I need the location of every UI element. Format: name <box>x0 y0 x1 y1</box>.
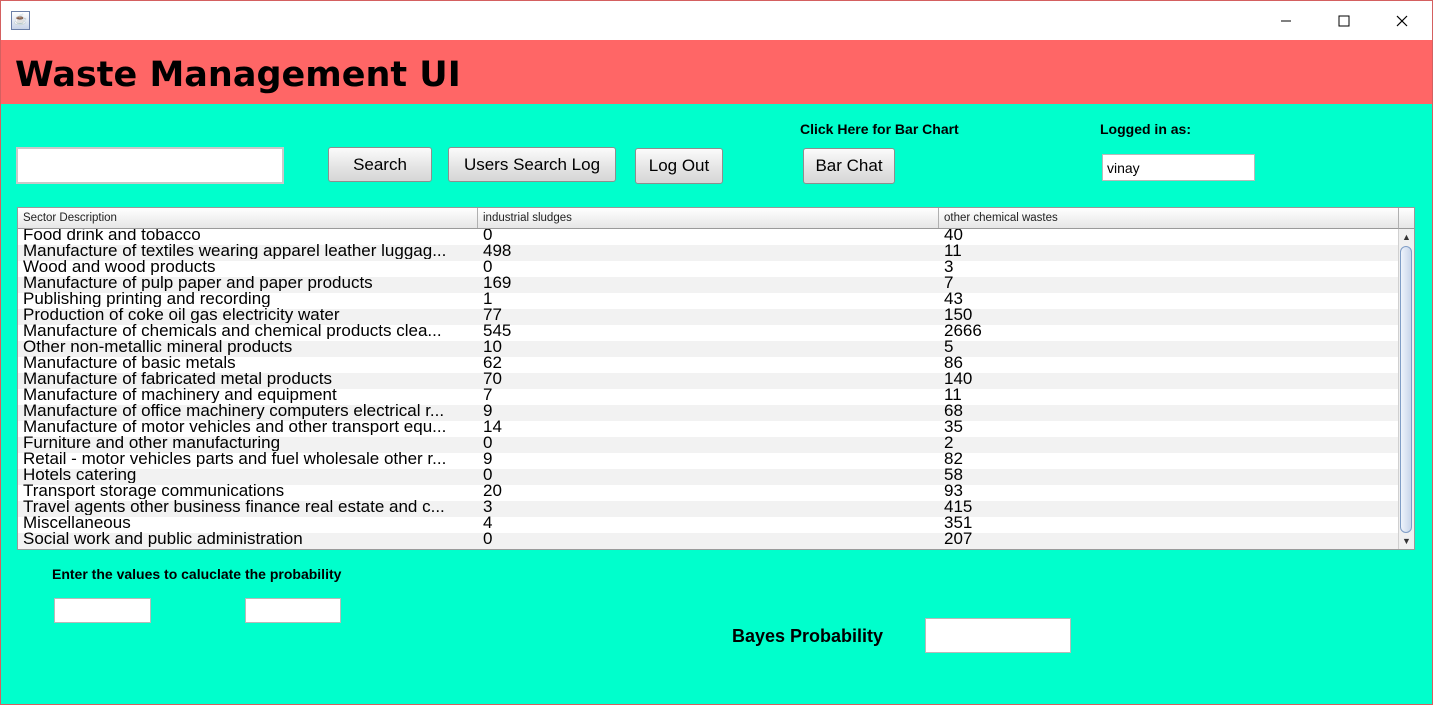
cell-other-chemical-wastes: 11 <box>944 243 962 259</box>
cell-sector-description: Transport storage communications <box>23 483 285 499</box>
cell-industrial-sludges: 7 <box>483 387 493 403</box>
bayes-probability-output[interactable] <box>925 618 1071 653</box>
scroll-down-icon[interactable]: ▼ <box>1399 533 1414 549</box>
cell-other-chemical-wastes: 58 <box>944 467 963 483</box>
header-banner: Waste Management UI <box>1 40 1432 104</box>
cell-industrial-sludges: 0 <box>483 531 493 547</box>
waste-data-table[interactable]: Sector Description industrial sludges ot… <box>17 207 1415 550</box>
cell-other-chemical-wastes: 2666 <box>944 323 982 339</box>
cell-other-chemical-wastes: 93 <box>944 483 963 499</box>
cell-sector-description: Publishing printing and recording <box>23 291 271 307</box>
cell-sector-description: Manufacture of fabricated metal products <box>23 371 332 387</box>
close-icon <box>1396 15 1408 26</box>
search-input[interactable] <box>16 147 284 184</box>
cell-industrial-sludges: 62 <box>483 355 502 371</box>
cell-other-chemical-wastes: 11 <box>944 387 962 403</box>
cell-other-chemical-wastes: 2 <box>944 435 954 451</box>
cell-industrial-sludges: 20 <box>483 483 502 499</box>
cell-industrial-sludges: 14 <box>483 419 502 435</box>
column-header-industrial-sludges[interactable]: industrial sludges <box>478 208 939 228</box>
cell-other-chemical-wastes: 82 <box>944 451 963 467</box>
table-header-corner <box>1398 208 1414 229</box>
cell-other-chemical-wastes: 68 <box>944 403 963 419</box>
cell-sector-description: Manufacture of machinery and equipment <box>23 387 337 403</box>
cell-sector-description: Manufacture of chemicals and chemical pr… <box>23 323 442 339</box>
cell-other-chemical-wastes: 7 <box>944 275 954 291</box>
cell-sector-description: Retail - motor vehicles parts and fuel w… <box>23 451 447 467</box>
probability-value-1-input[interactable] <box>54 598 151 623</box>
cell-other-chemical-wastes: 35 <box>944 419 963 435</box>
cell-other-chemical-wastes: 40 <box>944 229 963 243</box>
close-button[interactable] <box>1373 1 1431 40</box>
cell-industrial-sludges: 0 <box>483 467 493 483</box>
cell-industrial-sludges: 9 <box>483 451 493 467</box>
app-window: ☕ Waste Management UI Search Users Searc… <box>0 0 1433 705</box>
cell-sector-description: Other non-metallic mineral products <box>23 339 293 355</box>
page-title: Waste Management UI <box>15 55 461 95</box>
cell-sector-description: Social work and public administration <box>23 531 303 547</box>
cell-sector-description: Manufacture of pulp paper and paper prod… <box>23 275 373 291</box>
cell-other-chemical-wastes: 415 <box>944 499 973 515</box>
cell-industrial-sludges: 70 <box>483 371 502 387</box>
users-search-log-button[interactable]: Users Search Log <box>448 147 616 182</box>
table-vertical-scrollbar[interactable]: ▲ ▼ <box>1398 229 1414 549</box>
cell-sector-description: Food drink and tobacco <box>23 229 201 243</box>
cell-sector-description: Manufacture of basic metals <box>23 355 236 371</box>
column-header-other-chemical-wastes[interactable]: other chemical wastes <box>939 208 1399 228</box>
cell-industrial-sludges: 1 <box>483 291 493 307</box>
cell-industrial-sludges: 545 <box>483 323 512 339</box>
cell-sector-description: Travel agents other business finance rea… <box>23 499 445 515</box>
minimize-icon <box>1281 20 1291 21</box>
search-button[interactable]: Search <box>328 147 432 182</box>
cell-other-chemical-wastes: 43 <box>944 291 963 307</box>
cell-sector-description: Manufacture of office machinery computer… <box>23 403 445 419</box>
cell-other-chemical-wastes: 5 <box>944 339 954 355</box>
table-header: Sector Description industrial sludges ot… <box>18 208 1399 229</box>
cell-industrial-sludges: 3 <box>483 499 493 515</box>
cell-industrial-sludges: 0 <box>483 229 493 243</box>
cell-sector-description: Furniture and other manufacturing <box>23 435 281 451</box>
bar-chart-button[interactable]: Bar Chat <box>803 148 895 184</box>
cell-other-chemical-wastes: 150 <box>944 307 973 323</box>
cell-industrial-sludges: 169 <box>483 275 512 291</box>
maximize-icon <box>1338 15 1350 26</box>
logout-button[interactable]: Log Out <box>635 148 723 184</box>
maximize-button[interactable] <box>1315 1 1373 40</box>
table-body: Food drink and tobacco 0 40 Manufacture of … <box>18 229 1399 549</box>
title-bar: ☕ <box>1 1 1432 40</box>
cell-sector-description: Wood and wood products <box>23 259 216 275</box>
cell-other-chemical-wastes: 140 <box>944 371 973 387</box>
cell-industrial-sludges: 10 <box>483 339 502 355</box>
scroll-thumb[interactable] <box>1400 246 1412 533</box>
cell-sector-description: Manufacture of textiles wearing apparel … <box>23 243 447 259</box>
cell-sector-description: Production of coke oil gas electricity w… <box>23 307 340 323</box>
cell-other-chemical-wastes: 351 <box>944 515 973 531</box>
bar-chart-hint-label: Click Here for Bar Chart <box>800 121 959 137</box>
cell-industrial-sludges: 77 <box>483 307 502 323</box>
table-row[interactable]: Social work and public administration 0 20… <box>18 531 1399 549</box>
scroll-up-icon[interactable]: ▲ <box>1399 229 1414 245</box>
cell-industrial-sludges: 0 <box>483 435 493 451</box>
cell-industrial-sludges: 4 <box>483 515 493 531</box>
cell-other-chemical-wastes: 3 <box>944 259 954 275</box>
minimize-button[interactable] <box>1257 1 1315 40</box>
cell-sector-description: Miscellaneous <box>23 515 131 531</box>
bayes-probability-label: Bayes Probability <box>732 626 884 646</box>
column-header-sector[interactable]: Sector Description <box>18 208 478 228</box>
logged-in-label: Logged in as: <box>1100 121 1191 137</box>
cell-industrial-sludges: 0 <box>483 259 493 275</box>
cell-industrial-sludges: 498 <box>483 243 512 259</box>
cell-other-chemical-wastes: 207 <box>944 531 973 547</box>
probability-prompt: Enter the values to caluclate the probab… <box>52 566 342 582</box>
logged-in-user-field[interactable] <box>1102 154 1255 181</box>
cell-industrial-sludges: 9 <box>483 403 493 419</box>
probability-value-2-input[interactable] <box>245 598 341 623</box>
cell-sector-description: Manufacture of motor vehicles and other … <box>23 419 447 435</box>
cell-other-chemical-wastes: 86 <box>944 355 963 371</box>
java-icon: ☕ <box>11 11 30 30</box>
cell-sector-description: Hotels catering <box>23 467 137 483</box>
